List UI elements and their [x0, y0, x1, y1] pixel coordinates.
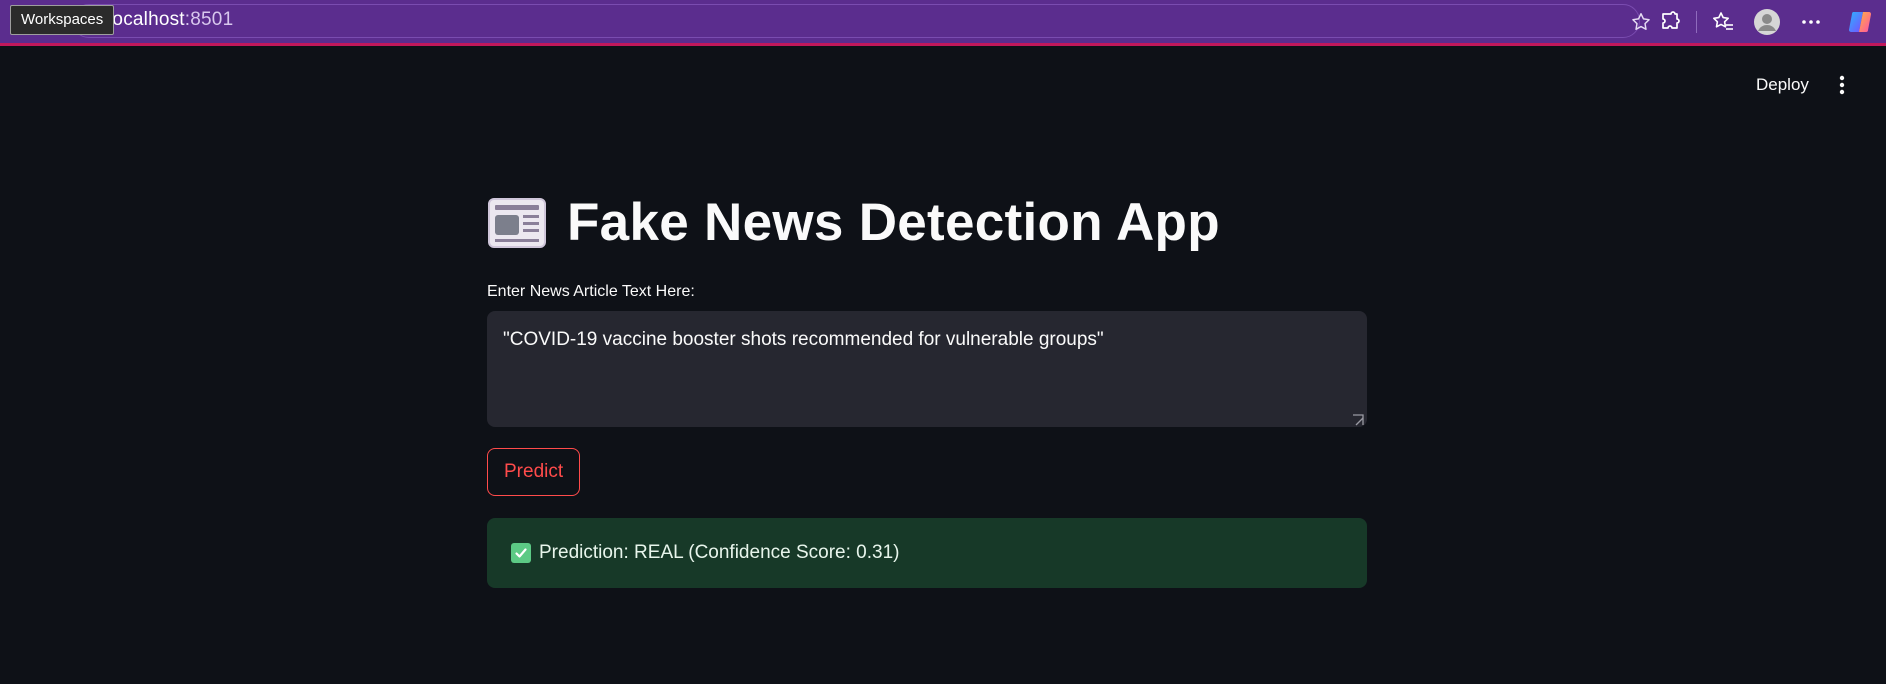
browser-toolbar: localhost:8501 Workspaces	[0, 0, 1886, 46]
page-title: Fake News Detection App	[567, 193, 1220, 252]
copilot-icon[interactable]	[1846, 7, 1876, 37]
favorites-icon[interactable]	[1708, 7, 1738, 37]
toolbar-divider	[1696, 11, 1697, 33]
workspaces-tooltip: Workspaces	[10, 5, 115, 35]
deploy-button[interactable]: Deploy	[1744, 70, 1821, 100]
news-text-value[interactable]: "COVID-19 vaccine booster shots recommen…	[503, 327, 1351, 353]
url-port: :8501	[184, 9, 234, 30]
profile-avatar[interactable]	[1752, 7, 1782, 37]
url-text[interactable]: localhost:8501	[108, 8, 233, 32]
prediction-result-text: Prediction: REAL (Confidence Score: 0.31…	[539, 542, 900, 563]
more-icon[interactable]	[1796, 7, 1826, 37]
input-label: Enter News Article Text Here:	[487, 283, 695, 300]
prediction-result-alert: Prediction: REAL (Confidence Score: 0.31…	[487, 518, 1367, 588]
extensions-icon[interactable]	[1656, 7, 1686, 37]
newspaper-icon	[487, 195, 547, 251]
predict-button[interactable]: Predict	[487, 448, 581, 496]
title-row: Fake News Detection App	[487, 188, 1220, 258]
address-bar[interactable]	[72, 4, 1640, 38]
resize-handle-icon[interactable]	[1351, 413, 1365, 427]
check-mark-icon	[511, 543, 531, 563]
star-icon[interactable]	[1626, 7, 1656, 37]
news-text-input[interactable]: "COVID-19 vaccine booster shots recommen…	[487, 311, 1367, 427]
url-host: localhost	[108, 9, 185, 30]
vertical-dots-icon[interactable]	[1832, 70, 1852, 100]
